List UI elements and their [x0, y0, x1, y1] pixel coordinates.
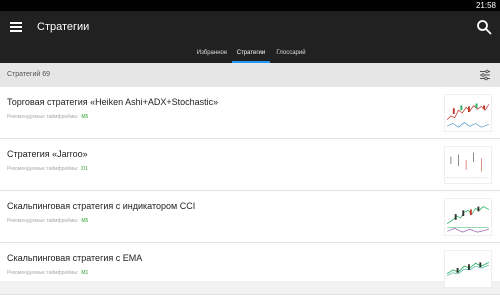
timeframe-value: M5: [81, 114, 89, 120]
strategy-chart-thumbnail: [444, 94, 492, 132]
tab-favorites[interactable]: Избранное: [192, 44, 232, 63]
timeframes-label: Рекомендуемые таймфреймы:: [7, 218, 79, 224]
timeframe-value: D1: [81, 166, 88, 172]
strategy-timeframes: Рекомендуемые таймфреймы: M5: [7, 114, 88, 120]
strategy-chart-thumbnail: [444, 250, 492, 288]
strategy-timeframes: Рекомендуемые таймфреймы: M5: [7, 218, 88, 224]
search-icon[interactable]: [476, 19, 492, 35]
list-header: Стратегий 69: [0, 63, 500, 87]
list-item[interactable]: Скальпинговая стратегия с EMA Рекомендуе…: [0, 243, 500, 295]
tab-glossary[interactable]: Глоссарий: [271, 44, 311, 63]
strategy-timeframes: Рекомендуемые таймфреймы: M1: [7, 270, 88, 276]
hamburger-menu-icon[interactable]: [10, 22, 22, 32]
strategy-name: Скальпинговая стратегия с EMA: [7, 253, 143, 263]
strategy-timeframes: Рекомендуемые таймфреймы: D1: [7, 166, 88, 172]
app-bar: Стратегии: [0, 11, 500, 44]
strategy-name: Скальпинговая стратегия с индикатором CC…: [7, 201, 196, 211]
timeframe-value: M5: [81, 218, 89, 224]
page-title: Стратегии: [37, 21, 90, 33]
strategy-count: Стратегий 69: [7, 71, 51, 78]
strategy-list: Торговая стратегия «Heiken Ashi+ADX+Stoc…: [0, 87, 500, 295]
timeframes-label: Рекомендуемые таймфреймы:: [7, 270, 79, 276]
strategy-name: Торговая стратегия «Heiken Ashi+ADX+Stoc…: [7, 97, 219, 107]
list-item[interactable]: Стратегия «Jarroo» Рекомендуемые таймфре…: [0, 139, 500, 191]
filter-sliders-icon[interactable]: [479, 69, 491, 81]
tab-strategies[interactable]: Стратегии: [232, 44, 270, 63]
status-time: 21:58: [475, 1, 496, 10]
list-item[interactable]: Скальпинговая стратегия с индикатором CC…: [0, 191, 500, 243]
timeframes-label: Рекомендуемые таймфреймы:: [7, 114, 79, 120]
status-bar: 21:58: [0, 0, 500, 11]
strategy-chart-thumbnail: [444, 146, 492, 184]
timeframes-label: Рекомендуемые таймфреймы:: [7, 166, 79, 172]
list-item[interactable]: Торговая стратегия «Heiken Ashi+ADX+Stoc…: [0, 87, 500, 139]
strategy-name: Стратегия «Jarroo»: [7, 149, 88, 159]
timeframe-value: M1: [81, 270, 89, 276]
tab-bar: Избранное Стратегии Глоссарий: [0, 44, 500, 63]
strategy-chart-thumbnail: [444, 198, 492, 236]
